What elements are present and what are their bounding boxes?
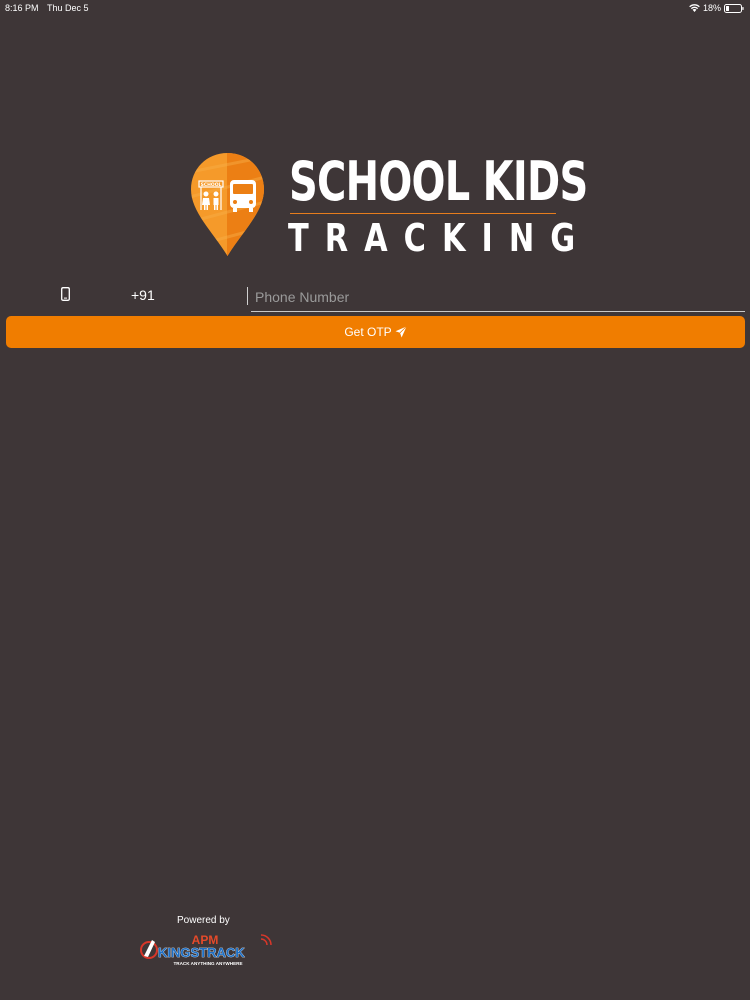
battery-percent: 18% — [702, 3, 721, 13]
app-logo: SCHOOL SCHOOL KIDS TRACKING — [190, 152, 588, 260]
logo-subtitle: TRACKING — [288, 216, 592, 260]
status-bar: 8:16 PM Thu Dec 5 18% — [0, 0, 750, 16]
brand-tagline-text: TRACK ANYTHING ANYWHERE — [173, 961, 242, 966]
wifi-icon — [689, 4, 700, 12]
kingstrack-logo: APM KINGSTRACK TRACK ANYTHING ANYWHERE — [140, 933, 272, 966]
location-pin-logo-icon: SCHOOL — [191, 153, 264, 256]
school-badge-text: SCHOOL — [201, 182, 222, 188]
text-cursor — [247, 287, 248, 305]
get-otp-button[interactable]: Get OTP — [6, 316, 745, 348]
status-time: 8:16 PM — [5, 3, 39, 13]
status-date: Thu Dec 5 — [47, 3, 89, 13]
logo-title: SCHOOL KIDS — [289, 150, 588, 213]
phone-icon — [61, 287, 70, 301]
get-otp-label: Get OTP — [344, 325, 392, 339]
status-right-group: 18% — [689, 3, 744, 13]
brand-name-text: KINGSTRACK — [158, 945, 245, 960]
send-icon — [395, 326, 407, 338]
powered-by-label: Powered by — [177, 915, 230, 926]
battery-icon — [724, 3, 744, 13]
country-code[interactable]: +91 — [131, 287, 155, 303]
phone-number-input[interactable] — [251, 282, 745, 312]
logo-divider — [290, 213, 556, 214]
